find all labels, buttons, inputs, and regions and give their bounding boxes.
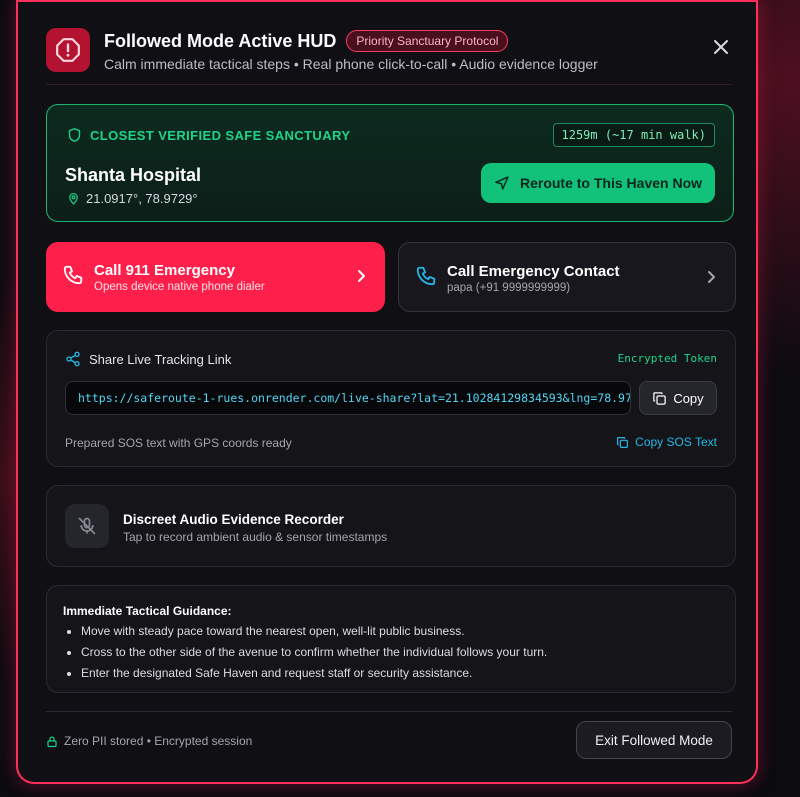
exit-followed-mode-button[interactable]: Exit Followed Mode [576,721,732,759]
encrypted-token-label: Encrypted Token [617,352,717,365]
modal-title: Followed Mode Active HUD [104,30,337,51]
tactical-guidance-card: Immediate Tactical Guidance: Move with s… [46,585,736,693]
copy-sos-label: Copy SOS Text [635,435,717,449]
title-row: Followed Mode Active HUD Priority Sanctu… [104,30,509,52]
recorder-subtitle: Tap to record ambient audio & sensor tim… [123,530,388,544]
share-header: Share Live Tracking Link [65,351,231,367]
copy-label: Copy [673,390,704,406]
phone-icon [63,265,83,285]
call-911-subtitle: Opens device native phone dialer [94,281,265,293]
close-button[interactable] [706,32,736,62]
guidance-title: Immediate Tactical Guidance: [63,604,232,618]
call-911-title: Call 911 Emergency [94,262,235,279]
sanctuary-label: CLOSEST VERIFIED SAFE SANCTUARY [67,127,350,143]
call-emergency-contact-button[interactable]: Call Emergency Contact papa (+91 9999999… [398,242,736,312]
tracking-link-field[interactable]: https://saferoute-1-rues.onrender.com/li… [65,381,631,415]
share-icon [66,351,80,367]
lock-icon [47,735,57,747]
protocol-badge: Priority Sanctuary Protocol [346,30,509,52]
distance-badge: 1259m (~17 min walk) [552,123,715,147]
safe-sanctuary-card: CLOSEST VERIFIED SAFE SANCTUARY 1259m (~… [46,104,734,222]
mic-off-icon [65,504,109,548]
prepared-sos-text: Prepared SOS text with GPS coords ready [65,436,292,450]
call-contact-subtitle: papa (+91 9999999999) [447,282,571,294]
shield-icon [68,128,81,142]
sanctuary-coords: 21.0917°, 78.9729° [67,191,198,206]
coords-text: 21.0917°, 78.9729° [86,191,198,206]
call-contact-title: Call Emergency Contact [447,263,620,280]
alert-icon [46,28,90,72]
reroute-button[interactable]: Reroute to This Haven Now [481,163,715,203]
header-divider [46,84,732,85]
audio-recorder-card[interactable]: Discreet Audio Evidence Recorder Tap to … [46,485,736,567]
privacy-note: Zero PII stored • Encrypted session [46,734,252,748]
map-pin-icon [69,193,78,205]
footer-divider [46,711,732,712]
copy-sos-button[interactable]: Copy SOS Text [616,435,717,449]
recorder-title: Discreet Audio Evidence Recorder [123,512,344,527]
sanctuary-name: Shanta Hospital [65,165,202,185]
phone-icon [416,266,436,286]
privacy-text: Zero PII stored • Encrypted session [64,734,253,748]
copy-icon [653,391,667,405]
copy-link-button[interactable]: Copy [639,381,717,415]
copy-icon [617,436,629,448]
chevron-right-icon [708,271,715,283]
sanctuary-label-text: CLOSEST VERIFIED SAFE SANCTUARY [90,127,351,143]
guidance-list: Move with steady pace toward the nearest… [63,621,719,684]
list-item: Enter the designated Safe Haven and requ… [81,663,719,684]
share-tracking-card: Share Live Tracking Link Encrypted Token… [46,330,736,467]
close-icon [714,40,728,54]
chevron-right-icon [358,270,365,282]
call-911-button[interactable]: Call 911 Emergency Opens device native p… [46,242,385,312]
followed-mode-modal: Followed Mode Active HUD Priority Sanctu… [16,0,758,784]
share-title: Share Live Tracking Link [89,351,232,367]
modal-header: Followed Mode Active HUD Priority Sanctu… [46,28,730,72]
modal-subtitle: Calm immediate tactical steps • Real pho… [104,56,598,72]
call-911-text: Call 911 Emergency Opens device native p… [94,262,265,293]
list-item: Move with steady pace toward the nearest… [81,621,719,642]
navigation-icon [495,176,509,190]
reroute-label: Reroute to This Haven Now [519,175,703,191]
call-contact-text: Call Emergency Contact papa (+91 9999999… [447,263,620,294]
list-item: Cross to the other side of the avenue to… [81,642,719,663]
